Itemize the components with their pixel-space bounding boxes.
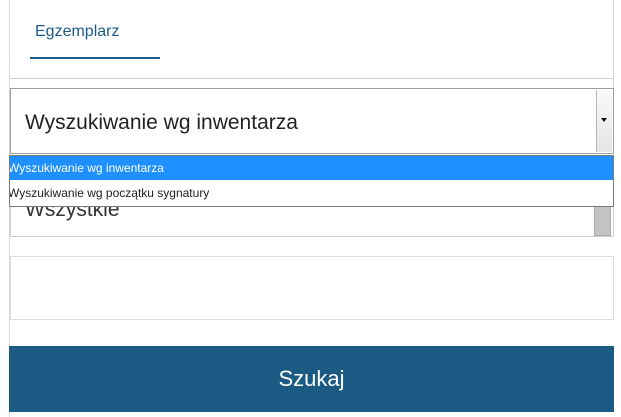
search-button[interactable]: Szukaj bbox=[9, 346, 614, 412]
query-input[interactable] bbox=[10, 256, 614, 320]
tab-active-underline bbox=[30, 57, 160, 59]
option-label: Wyszukiwanie wg inwentarza bbox=[10, 161, 164, 175]
search-type-option-call-number[interactable]: Wyszukiwanie wg początku sygnatury bbox=[10, 181, 613, 205]
tab-egzemplarz[interactable]: Egzemplarz bbox=[30, 10, 160, 59]
search-type-dropdown-button[interactable] bbox=[596, 90, 612, 152]
search-type-option-inventory[interactable]: Wyszukiwanie wg inwentarza bbox=[10, 156, 613, 180]
search-type-select[interactable]: Wyszukiwanie wg inwentarza bbox=[10, 88, 614, 154]
search-panel: Egzemplarz Wyszukiwanie wg inwentarza Ws… bbox=[0, 0, 621, 417]
search-type-options-list: Wyszukiwanie wg inwentarza Wyszukiwanie … bbox=[9, 155, 614, 207]
panel-right-border bbox=[613, 0, 614, 88]
chevron-down-icon bbox=[601, 118, 607, 122]
search-type-value: Wyszukiwanie wg inwentarza bbox=[25, 111, 298, 134]
option-label: Wyszukiwanie wg początku sygnatury bbox=[10, 186, 210, 200]
tab-label: Egzemplarz bbox=[35, 23, 120, 40]
tab-bar-divider bbox=[10, 78, 614, 79]
